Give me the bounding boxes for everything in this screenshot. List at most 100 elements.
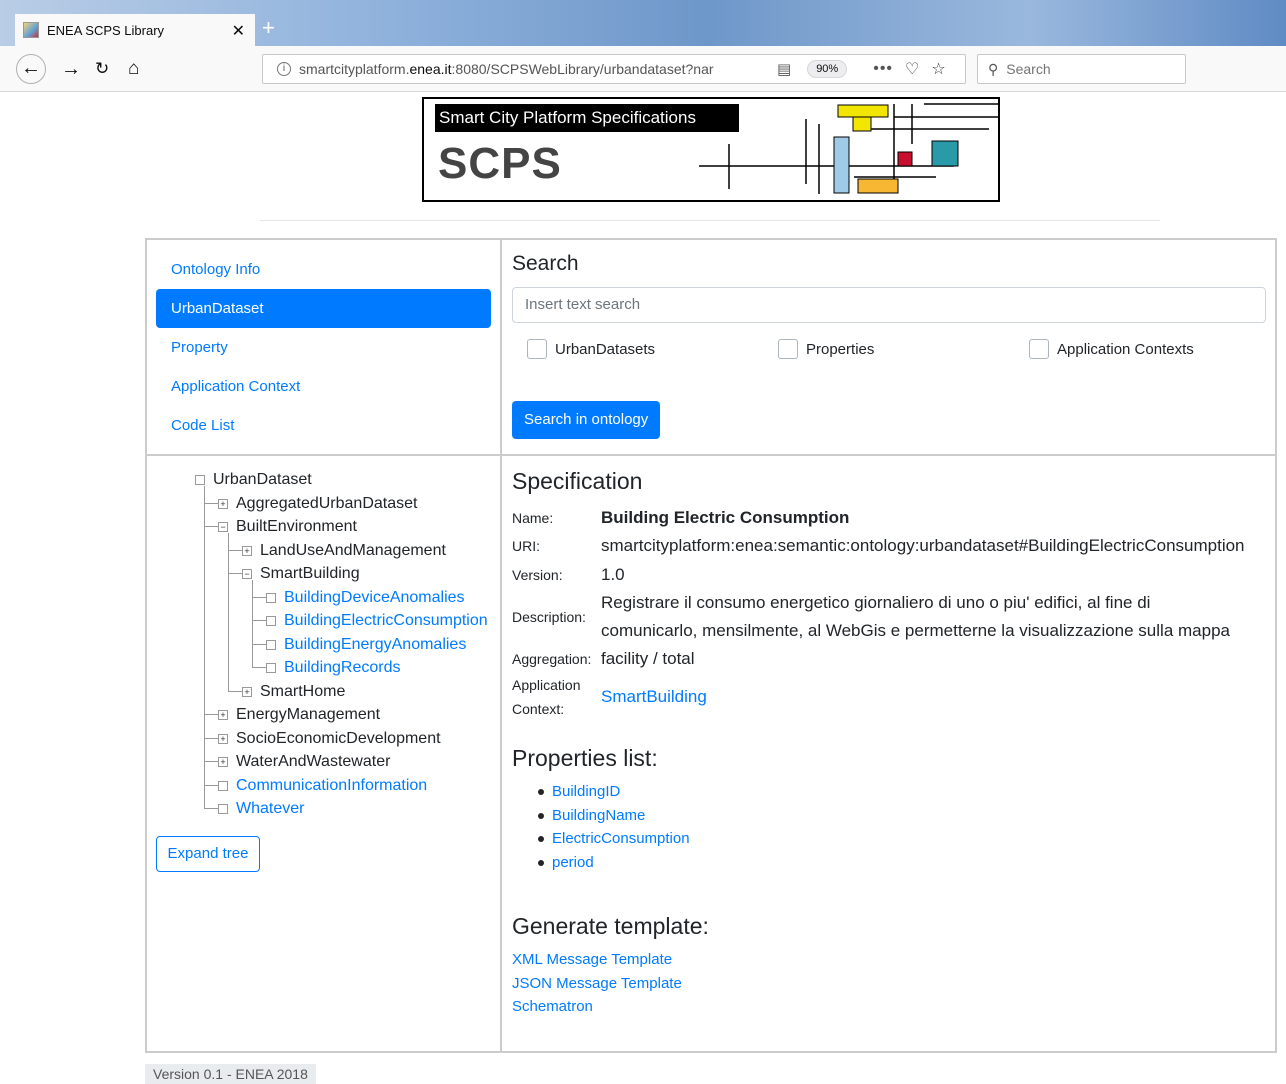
- tree-node[interactable]: − SmartBuilding: [242, 562, 360, 585]
- checkbox-application-contexts[interactable]: Application Contexts: [1029, 339, 1194, 359]
- property-link[interactable]: BuildingID: [538, 780, 690, 804]
- search-panel: Search Insert text search UrbanDatasets …: [512, 252, 1266, 439]
- search-input[interactable]: Insert text search: [512, 287, 1266, 323]
- back-icon[interactable]: ←: [16, 54, 46, 84]
- schematron-link[interactable]: Schematron: [512, 995, 682, 1019]
- spec-row-version: Version: 1.0: [512, 561, 1272, 589]
- tree-node[interactable]: BuildingRecords: [266, 656, 401, 679]
- row-divider: [145, 454, 1277, 456]
- tree-collapse-icon[interactable]: −: [242, 568, 252, 579]
- json-template-link[interactable]: JSON Message Template: [512, 972, 682, 996]
- tree-expand-icon[interactable]: +: [218, 498, 228, 509]
- tree-leaf-icon: [218, 803, 228, 814]
- tree-expand-icon[interactable]: +: [242, 686, 252, 697]
- tree-node[interactable]: Whatever: [218, 797, 304, 820]
- tree-node[interactable]: BuildingDeviceAnomalies: [266, 586, 465, 609]
- tree-node[interactable]: + EnergyManagement: [218, 703, 380, 726]
- tree-collapse-icon[interactable]: −: [218, 521, 228, 532]
- tree-node[interactable]: + LandUseAndManagement: [242, 539, 446, 562]
- checkbox-urbandatasets[interactable]: UrbanDatasets: [527, 339, 655, 359]
- tree-node[interactable]: BuildingElectricConsumption: [266, 609, 488, 632]
- nav-item-code-list[interactable]: Code List: [156, 406, 491, 445]
- home-icon[interactable]: ⌂: [128, 56, 139, 82]
- forward-icon[interactable]: →: [61, 56, 81, 82]
- tree-line: [228, 691, 242, 692]
- tree-leaf-icon: [266, 639, 276, 650]
- search-title: Search: [512, 252, 579, 275]
- search-filters: UrbanDatasets Properties Application Con…: [512, 323, 1266, 377]
- spec-row-aggregation: Aggregation: facility / total: [512, 645, 1272, 673]
- nav-item-application-context[interactable]: Application Context: [156, 367, 491, 406]
- property-link[interactable]: ElectricConsumption: [538, 827, 690, 851]
- tree-line: [252, 597, 266, 598]
- spec-description: Registrare il consumo energetico giornal…: [601, 593, 1230, 640]
- checkbox-box[interactable]: [527, 339, 547, 359]
- xml-template-link[interactable]: XML Message Template: [512, 948, 682, 972]
- tree-expand-icon[interactable]: +: [218, 756, 228, 767]
- scps-logo: Smart City Platform Specifications SCPS: [422, 97, 1000, 202]
- address-bar[interactable]: i smartcityplatform.enea.it:8080/SCPSWeb…: [262, 54, 966, 84]
- tree-node[interactable]: + SmartHome: [242, 680, 345, 703]
- tree-line: [204, 526, 218, 527]
- tree-leaf-icon: [266, 615, 276, 626]
- info-icon[interactable]: i: [277, 62, 291, 76]
- tree-node[interactable]: − BuiltEnvironment: [218, 515, 357, 538]
- star-icon[interactable]: ☆: [931, 59, 945, 79]
- spec-application-context-link[interactable]: SmartBuilding: [601, 687, 707, 707]
- tree-node[interactable]: + WaterAndWastewater: [218, 750, 390, 773]
- browser-toolbar: ← → ↻ ⌂ i smartcityplatform.enea.it:8080…: [0, 46, 1286, 92]
- tree-line: [252, 620, 266, 621]
- spec-label: Description:: [512, 609, 586, 625]
- spec-row-description: Description: Registrare il consumo energ…: [512, 589, 1272, 645]
- spec-label: URI:: [512, 538, 540, 554]
- spec-row-uri: URI: smartcityplatform:enea:semantic:ont…: [512, 531, 1272, 561]
- property-link[interactable]: period: [538, 851, 690, 875]
- tree-node[interactable]: BuildingEnergyAnomalies: [266, 633, 466, 656]
- spec-aggregation: facility / total: [601, 649, 695, 668]
- search-ontology-button[interactable]: Search in ontology: [512, 401, 661, 439]
- new-tab-icon[interactable]: +: [262, 17, 275, 39]
- tree-leaf-icon: [266, 662, 276, 673]
- tree-line: [204, 785, 218, 786]
- logo-banner: Smart City Platform Specifications: [435, 104, 739, 132]
- tree-node[interactable]: + AggregatedUrbanDataset: [218, 492, 417, 515]
- url-text[interactable]: smartcityplatform.enea.it:8080/SCPSWebLi…: [299, 61, 765, 77]
- specification-title: Specification: [512, 468, 643, 494]
- checkbox-box[interactable]: [778, 339, 798, 359]
- expand-tree-button[interactable]: Expand tree: [156, 836, 260, 872]
- nav-item-ontology-info[interactable]: Ontology Info: [156, 250, 491, 289]
- nav-item-urbandataset[interactable]: UrbanDataset: [156, 289, 491, 328]
- tree-line: [204, 503, 218, 504]
- browser-tab[interactable]: ENEA SCPS Library ✕: [15, 14, 255, 46]
- tree-line: [204, 808, 218, 809]
- zoom-badge[interactable]: 90%: [807, 60, 848, 78]
- browser-search-field[interactable]: ⚲ Search: [977, 54, 1186, 84]
- tree-line: [204, 738, 218, 739]
- properties-list: BuildingID BuildingName ElectricConsumpt…: [538, 780, 690, 874]
- tree-expand-icon[interactable]: +: [218, 733, 228, 744]
- header-divider: [260, 220, 1160, 221]
- tree-line: [252, 644, 266, 645]
- left-nav: Ontology Info UrbanDataset Property Appl…: [156, 250, 491, 445]
- browser-tab-strip: ENEA SCPS Library ✕ +: [0, 0, 1286, 46]
- tree-node[interactable]: CommunicationInformation: [218, 774, 427, 797]
- reload-icon[interactable]: ↻: [95, 56, 109, 82]
- tree-node[interactable]: + SocioEconomicDevelopment: [218, 727, 441, 750]
- nav-item-property[interactable]: Property: [156, 328, 491, 367]
- reader-icon[interactable]: ▤: [777, 60, 791, 78]
- tree-expand-icon[interactable]: +: [218, 709, 228, 720]
- spec-label: Application Context:: [512, 677, 581, 717]
- close-icon[interactable]: ✕: [232, 21, 245, 41]
- checkbox-box[interactable]: [1029, 339, 1049, 359]
- tree-line: [252, 667, 266, 668]
- checkbox-properties[interactable]: Properties: [778, 339, 874, 359]
- property-link[interactable]: BuildingName: [538, 804, 690, 828]
- pocket-icon[interactable]: ♡: [905, 59, 919, 79]
- spec-label: Aggregation:: [512, 651, 592, 667]
- logo-acronym: SCPS: [438, 139, 562, 188]
- tree-expand-icon[interactable]: +: [242, 545, 252, 556]
- tree-leaf-icon: [266, 592, 276, 603]
- spec-uri: smartcityplatform:enea:semantic:ontology…: [601, 536, 1245, 555]
- tree-node[interactable]: UrbanDataset: [195, 468, 312, 491]
- more-icon[interactable]: •••: [873, 60, 893, 78]
